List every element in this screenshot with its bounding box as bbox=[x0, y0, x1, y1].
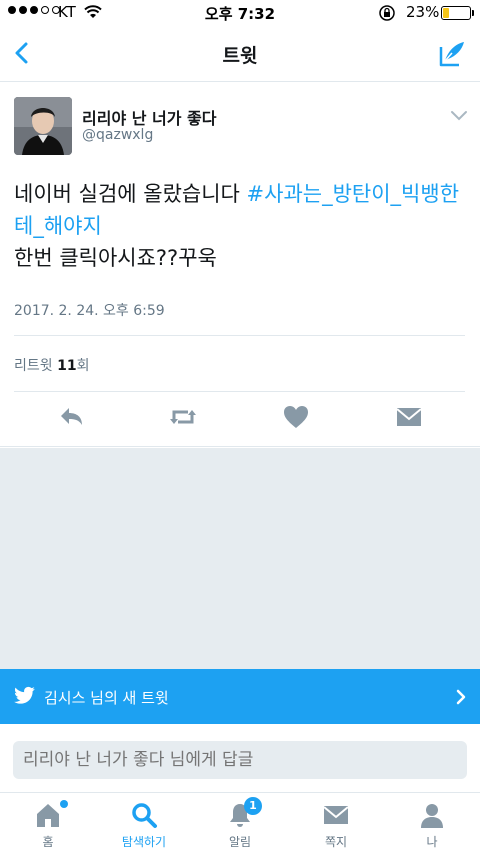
person-icon bbox=[421, 804, 443, 828]
search-icon bbox=[132, 803, 157, 828]
reply-icon[interactable] bbox=[56, 402, 86, 432]
chevron-right-icon bbox=[456, 689, 466, 705]
chevron-down-icon[interactable] bbox=[450, 110, 468, 122]
tab-messages[interactable]: 쪽지 bbox=[288, 793, 384, 855]
user-handle[interactable]: @qazwxlg bbox=[82, 127, 153, 143]
battery-cap bbox=[472, 10, 474, 16]
battery-icon bbox=[441, 6, 471, 20]
compose-tweet-icon[interactable] bbox=[436, 38, 468, 70]
home-icon bbox=[37, 804, 59, 827]
empty-replies-area bbox=[0, 448, 480, 670]
reply-input[interactable] bbox=[13, 741, 467, 779]
tab-home[interactable]: 홈 bbox=[0, 793, 96, 855]
home-notification-dot bbox=[60, 800, 68, 808]
new-tweet-banner[interactable]: 김시스 님의 새 트윗 bbox=[0, 669, 480, 724]
direct-message-icon[interactable] bbox=[394, 402, 424, 432]
display-name[interactable]: 리리야 난 너가 좋다 bbox=[82, 105, 216, 129]
avatar[interactable] bbox=[14, 97, 72, 155]
notification-badge: 1 bbox=[244, 797, 262, 815]
tweet-text-part1: 네이버 실검에 올랐습니다 bbox=[14, 182, 247, 206]
tab-bar: 홈 탐색하기 1 알림 쪽지 나 bbox=[0, 792, 480, 854]
like-heart-icon[interactable] bbox=[281, 402, 311, 432]
retweet-label: 리트윗 bbox=[14, 358, 58, 374]
battery-fill bbox=[443, 8, 449, 18]
divider bbox=[14, 335, 465, 336]
tab-home-label: 홈 bbox=[42, 835, 54, 849]
retweet-suffix: 회 bbox=[76, 358, 90, 374]
retweet-count: 11 bbox=[57, 358, 77, 374]
envelope-icon bbox=[323, 806, 349, 824]
tab-me-label: 나 bbox=[426, 835, 438, 849]
tab-explore-label: 탐색하기 bbox=[121, 835, 167, 849]
tab-me[interactable]: 나 bbox=[384, 793, 480, 855]
battery-percent: 23% bbox=[406, 3, 440, 21]
tab-messages-label: 쪽지 bbox=[324, 835, 348, 849]
page-title: 트윗 bbox=[222, 45, 258, 67]
divider bbox=[0, 446, 480, 447]
nav-bar: 트윗 bbox=[0, 26, 480, 82]
tweet-text-part2: 한번 클릭아시죠??꾸욱 bbox=[14, 246, 217, 270]
retweet-icon[interactable] bbox=[168, 402, 198, 432]
reply-bar bbox=[0, 724, 480, 792]
tweet-timestamp: 2017. 2. 24. 오후 6:59 bbox=[14, 303, 165, 319]
retweet-count-line[interactable]: 리트윗 11회 bbox=[14, 355, 89, 375]
avatar-image bbox=[14, 97, 72, 155]
new-tweet-banner-text: 김시스 님의 새 트윗 bbox=[44, 689, 169, 707]
rotation-lock-icon bbox=[379, 5, 395, 21]
tab-explore[interactable]: 탐색하기 bbox=[96, 793, 192, 855]
twitter-bird-icon bbox=[14, 686, 35, 704]
tab-notifications[interactable]: 1 알림 bbox=[192, 793, 288, 855]
divider bbox=[14, 391, 465, 392]
status-bar: KT 오후 7:32 23% bbox=[0, 0, 480, 26]
tweet-text: 네이버 실검에 올랐습니다 #사과는_방탄이_빅뱅한테_해야지 한번 클릭아시죠… bbox=[14, 178, 469, 274]
tweet-actions bbox=[0, 402, 480, 438]
tab-notifications-label: 알림 bbox=[228, 835, 252, 849]
